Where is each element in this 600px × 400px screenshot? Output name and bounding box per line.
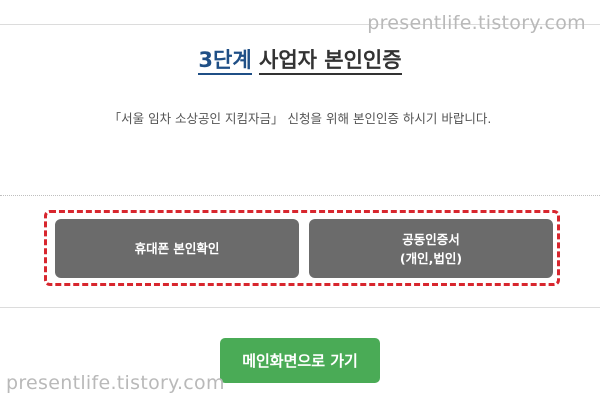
instruction-text: 「서울 임차 소상공인 지킴자금」 신청을 위해 본인인증 하시기 바랍니다. — [108, 111, 492, 126]
go-main-label: 메인화면으로 가기 — [242, 352, 358, 370]
dotted-divider — [0, 195, 600, 196]
certificate-label-line1: 공동인증서 — [402, 231, 460, 247]
go-main-button[interactable]: 메인화면으로 가기 — [220, 338, 380, 383]
watermark-bottom: presentlife.tistory.com — [6, 372, 225, 394]
certificate-verification-button[interactable]: 공동인증서 (개인,법인) — [309, 219, 553, 278]
phone-verification-button[interactable]: 휴대폰 본인확인 — [55, 219, 299, 278]
phone-verification-label: 휴대폰 본인확인 — [134, 241, 220, 256]
bottom-divider — [0, 307, 600, 308]
verification-page: presentlife.tistory.com 3단계 사업자 본인인증 「서울… — [0, 0, 600, 400]
step-label: 3단계 — [198, 48, 252, 75]
title-text: 사업자 본인인증 — [259, 48, 402, 75]
page-title: 3단계 사업자 본인인증 — [0, 44, 600, 75]
watermark-top: presentlife.tistory.com — [367, 12, 586, 34]
certificate-label-line2: (개인,법인) — [399, 250, 463, 266]
